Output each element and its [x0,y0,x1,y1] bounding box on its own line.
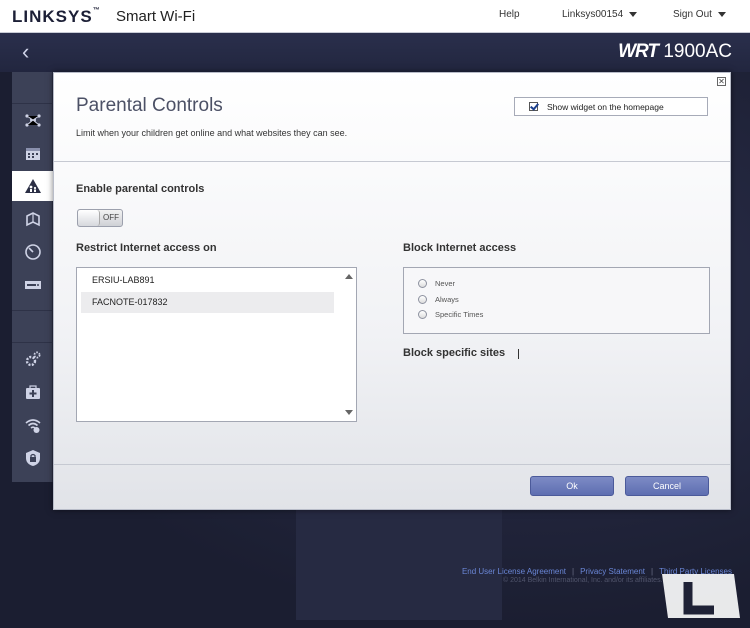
dialog-title: Parental Controls [76,95,223,116]
privacy-link[interactable]: Privacy Statement [580,567,645,576]
wireless-icon[interactable] [12,410,53,440]
show-widget-label: Show widget on the homepage [547,101,664,112]
chevron-down-icon [717,12,726,17]
copyright-text: © 2014 Belkin International, Inc. and/or… [503,577,663,584]
radio-icon[interactable] [418,310,427,319]
radio-specific-times-label: Specific Times [435,310,484,319]
chevron-down-icon [629,12,638,17]
show-widget-checkbox[interactable]: Show widget on the homepage [514,97,708,116]
device-list[interactable]: ERSIU-LAB891 FACNOTE-017832 [76,267,357,422]
product-name: Smart Wi-Fi [116,8,196,25]
security-icon[interactable] [12,443,53,473]
logo-trademark: ™ [92,7,101,14]
top-bar: LINKSYS™ Smart Wi-Fi Help Linksys00154 S… [0,0,750,33]
block-access-options: Never Always Specific Times [403,267,710,334]
device-list-item[interactable]: ERSIU-LAB891 [81,270,334,291]
divider [54,464,730,465]
sidebar-divider [12,103,53,104]
scroll-up-icon[interactable] [345,274,353,279]
troubleshooting-icon[interactable] [12,377,53,407]
back-arrow-icon[interactable]: ‹ [22,41,44,63]
radio-icon[interactable] [418,295,427,304]
account-name: Linksys00154 [562,9,624,20]
media-prioritization-icon[interactable] [12,204,53,234]
speed-test-icon[interactable] [12,237,53,267]
external-storage-icon[interactable] [12,270,53,300]
cancel-button[interactable]: Cancel [625,476,709,496]
dialog-description: Limit when your children get online and … [76,128,348,138]
radio-icon[interactable] [418,279,427,288]
sign-out-menu[interactable]: Sign Out [673,9,726,20]
radio-always-label: Always [435,295,459,304]
parental-controls-icon[interactable] [12,171,59,201]
toggle-state-text: OFF [103,213,119,222]
watermark-logo [662,574,740,618]
footer-separator: | [572,567,575,576]
router-model: WRT 1900AC [618,41,732,62]
restrict-access-label: Restrict Internet access on [76,242,217,254]
enable-parental-controls-label: Enable parental controls [76,183,205,195]
radio-always[interactable]: Always [418,295,459,304]
help-link[interactable]: Help [499,9,520,20]
block-access-label: Block Internet access [403,242,517,254]
connectivity-icon[interactable] [12,344,53,374]
account-menu[interactable]: Linksys00154 [562,9,638,20]
ok-button[interactable]: Ok [530,476,614,496]
toggle-knob [78,210,100,226]
radio-never[interactable]: Never [418,279,455,288]
header-band: ‹ WRT 1900AC [0,33,750,72]
scroll-down-icon[interactable] [345,410,353,415]
device-list-scrollbar[interactable] [342,268,356,421]
sidebar-divider [12,342,53,343]
radio-specific-times[interactable]: Specific Times [418,310,483,319]
parental-controls-toggle[interactable]: OFF [77,209,123,227]
device-list-item-selected[interactable]: FACNOTE-017832 [81,292,334,313]
sidebar-divider [12,310,53,311]
sign-out-label: Sign Out [673,9,712,20]
eula-link[interactable]: End User License Agreement [462,567,566,576]
parental-controls-dialog: ✕ Parental Controls Limit when your chil… [53,72,731,510]
close-icon[interactable]: ✕ [717,77,726,86]
left-sidebar [12,72,59,482]
footer-separator: | [651,567,654,576]
calendar-icon[interactable] [12,138,53,168]
radio-never-label: Never [435,279,456,288]
background-panel [296,510,502,620]
network-map-icon[interactable] [12,105,53,135]
block-sites-label: Block specific sites [403,347,506,359]
linksys-logo[interactable]: LINKSYS™ [12,7,101,27]
divider [54,161,730,162]
text-cursor [518,349,519,359]
checkbox-checked-icon[interactable] [529,102,538,111]
